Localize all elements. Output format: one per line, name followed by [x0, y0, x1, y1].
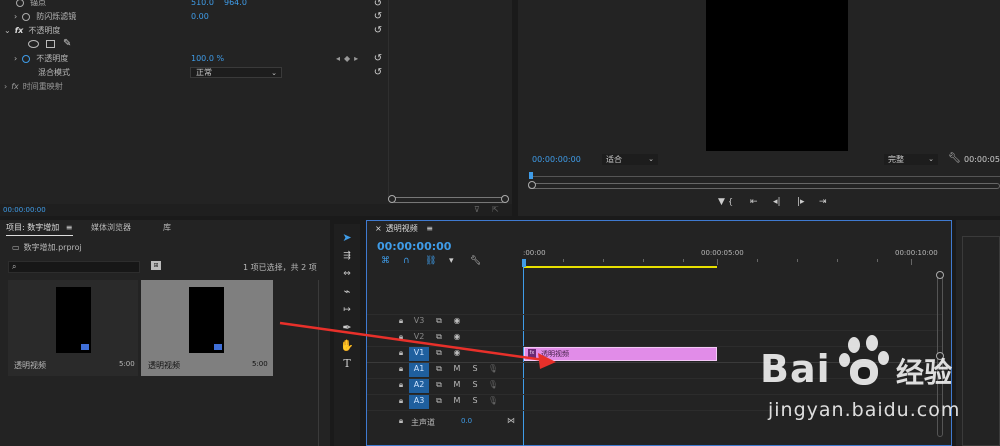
paw-logo-icon	[838, 335, 894, 391]
watermark-brand: Bai	[760, 347, 831, 391]
watermark: Bai 经验 jingyan.baidu.com	[760, 335, 1000, 435]
watermark-url: jingyan.baidu.com	[768, 399, 961, 421]
watermark-brand-suffix: 经验	[896, 356, 953, 389]
